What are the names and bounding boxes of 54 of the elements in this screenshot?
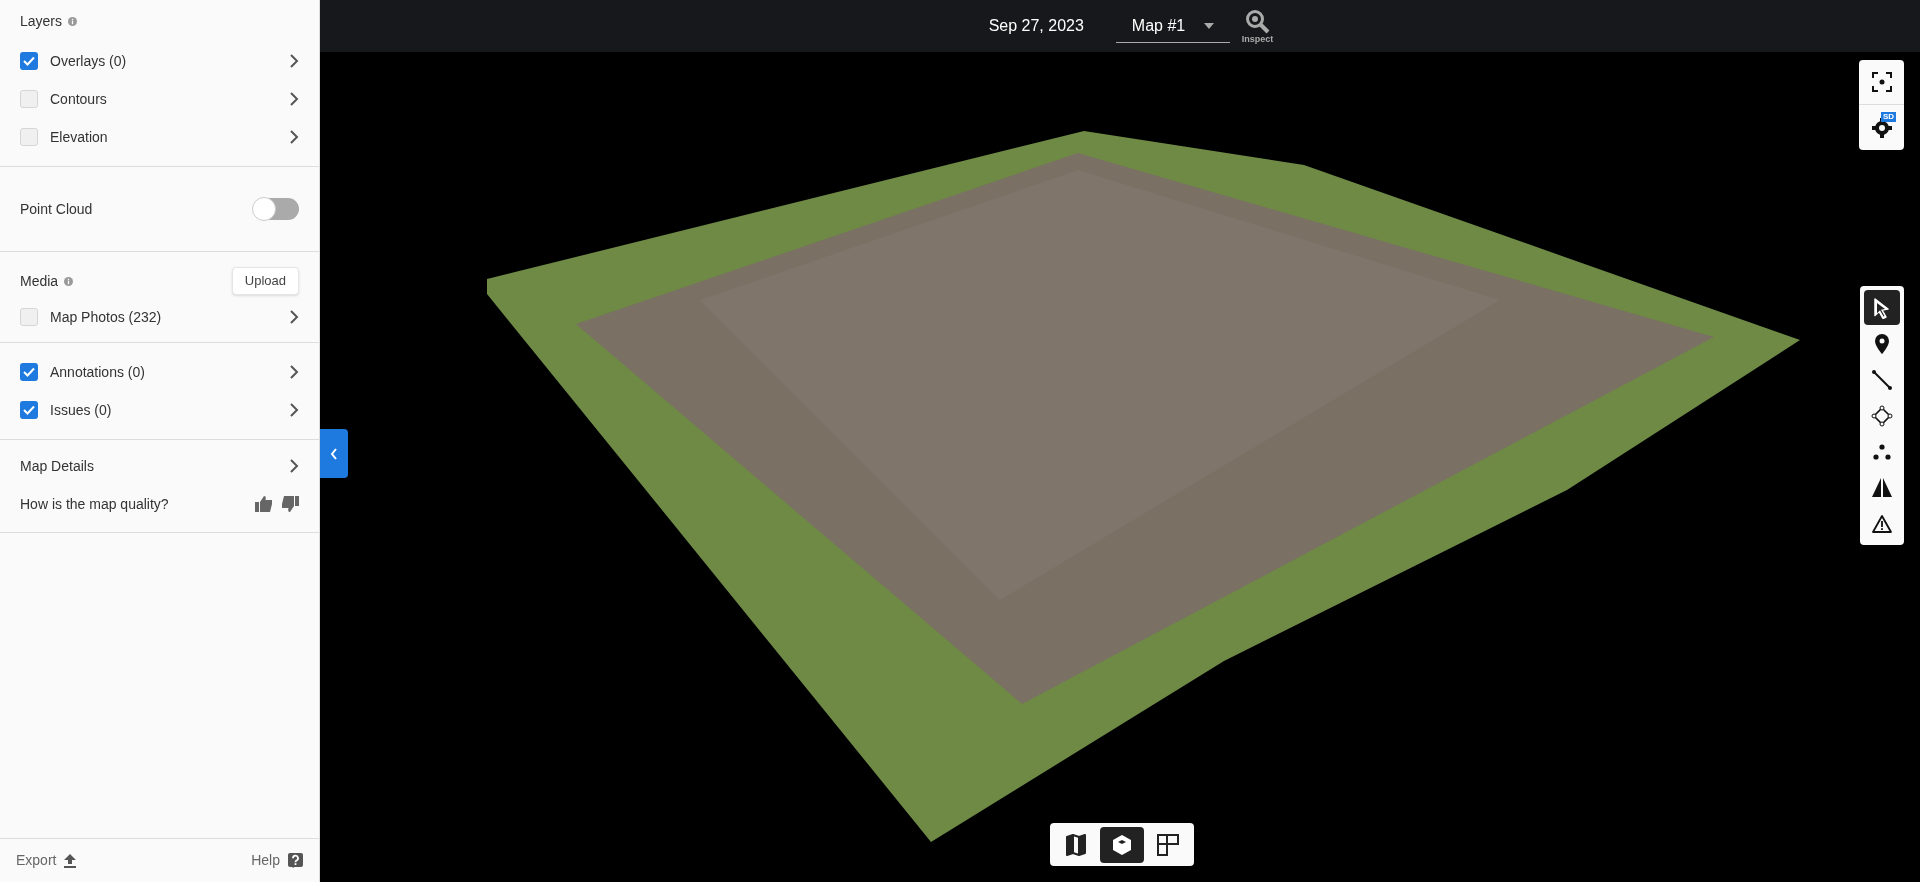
- folded-map-icon: [1066, 833, 1086, 856]
- layer-label: Issues (0): [50, 400, 113, 420]
- cube-icon: [1112, 833, 1132, 856]
- inspect-button[interactable]: Inspect: [1241, 8, 1274, 44]
- polygon-icon: [1871, 404, 1893, 427]
- checkbox[interactable]: [20, 363, 38, 381]
- warning-icon: [1871, 513, 1893, 534]
- pyramid-icon: [1871, 476, 1893, 499]
- pointer-icon: [1872, 296, 1892, 319]
- export-link[interactable]: Export: [16, 850, 57, 871]
- quality-badge: SD: [1880, 112, 1896, 122]
- chevron-right-icon: [289, 92, 299, 106]
- checkbox[interactable]: [20, 401, 38, 419]
- upload-icon: [64, 853, 77, 868]
- help-link[interactable]: Help: [251, 850, 280, 871]
- chevron-right-icon: [289, 459, 299, 473]
- checkbox[interactable]: [20, 52, 38, 70]
- caret-down-icon: [1203, 22, 1214, 29]
- section-title: Layers: [20, 11, 63, 31]
- line-measure-icon: [1871, 368, 1893, 391]
- layer-label: Contours: [50, 89, 108, 109]
- map-pin-icon: [1874, 332, 1890, 355]
- layer-label: Map Photos (232): [50, 307, 163, 327]
- chevron-left-icon: [330, 447, 338, 460]
- map-select[interactable]: Map #1: [1115, 9, 1230, 43]
- chevron-right-icon: [289, 310, 299, 324]
- split-layout-icon: [1157, 833, 1179, 856]
- checkbox[interactable]: [20, 128, 38, 146]
- view-mode-button[interactable]: [1100, 826, 1144, 863]
- map-details-link[interactable]: Map Details: [20, 455, 289, 477]
- tool-button[interactable]: [1864, 290, 1900, 325]
- dots-icon: [1872, 442, 1892, 461]
- map-date: Sep 27, 2023: [988, 16, 1084, 36]
- layer-label: Annotations (0): [50, 362, 146, 382]
- toggle-switch[interactable]: [253, 198, 299, 220]
- checkbox[interactable]: [20, 308, 38, 326]
- section-title: Media: [20, 271, 59, 291]
- quality-question: How is the map quality?: [20, 494, 170, 514]
- checkbox[interactable]: [20, 90, 38, 108]
- chevron-right-icon: [289, 365, 299, 379]
- info-icon: [68, 16, 78, 26]
- thumbs-down-icon[interactable]: [281, 496, 299, 512]
- point-cloud-label: Point Cloud: [20, 199, 94, 219]
- focus-frame-icon: [1871, 72, 1892, 92]
- render-settings-button[interactable]: SD: [1859, 105, 1904, 150]
- info-icon: [64, 276, 74, 286]
- chevron-right-icon: [289, 54, 299, 68]
- chevron-right-icon: [289, 130, 299, 144]
- help-icon: [288, 852, 303, 869]
- layer-label: Elevation: [50, 127, 109, 147]
- thumbs-up-icon[interactable]: [255, 496, 273, 512]
- chevron-right-icon: [289, 403, 299, 417]
- layer-label: Overlays (0): [50, 51, 128, 71]
- upload-button[interactable]: Upload: [231, 267, 299, 295]
